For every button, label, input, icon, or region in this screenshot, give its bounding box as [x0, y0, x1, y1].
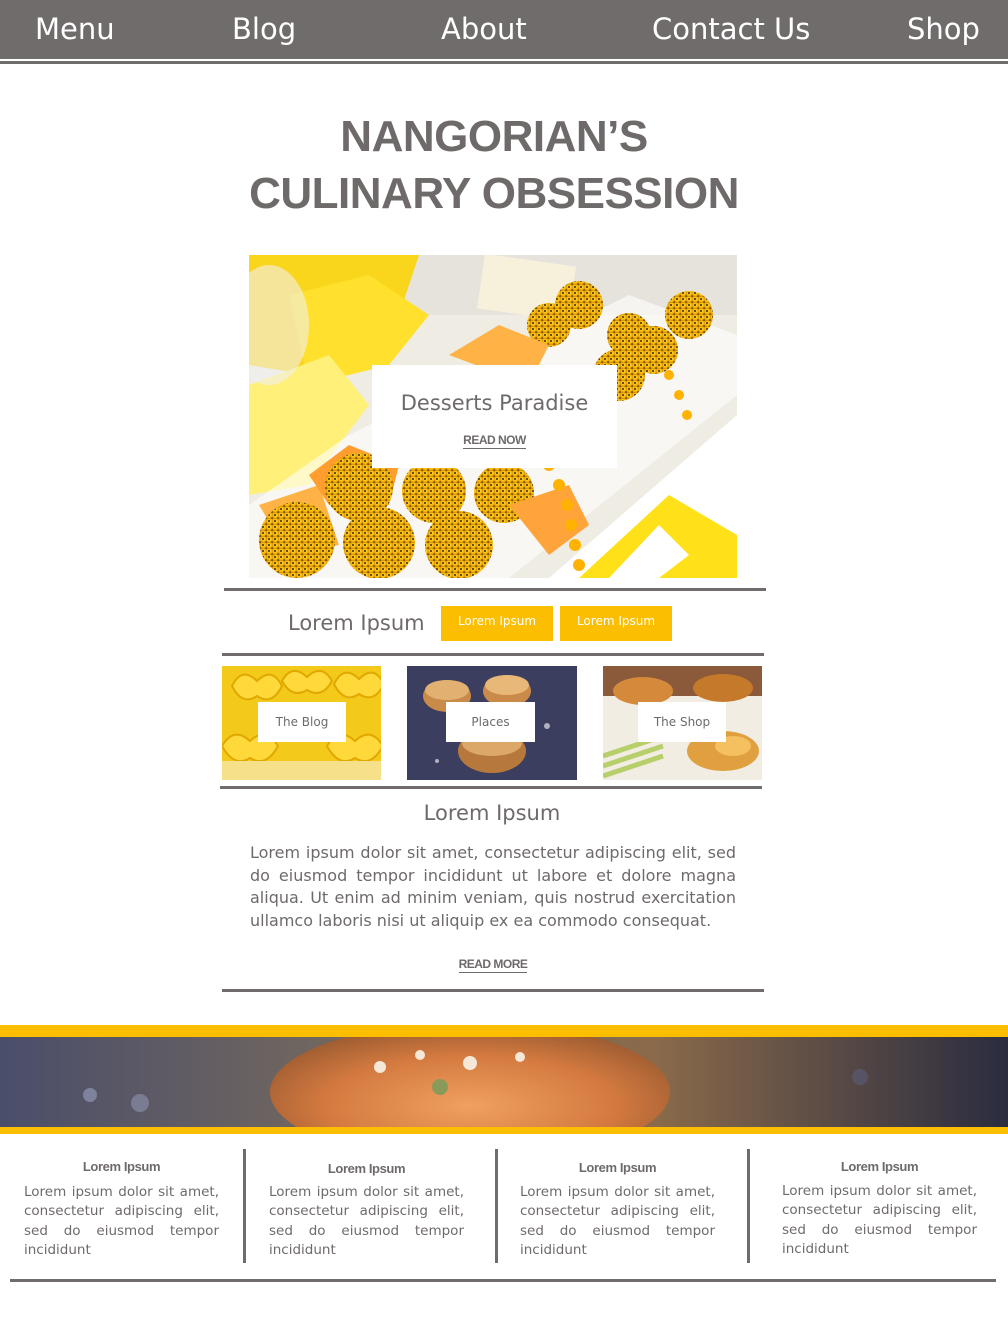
footer-column-2-title: Lorem Ipsum	[327, 1161, 406, 1176]
footer-column-1-body: Lorem ipsum dolor sit amet, consectetur …	[24, 1184, 219, 1258]
banner-image-pastry	[0, 1037, 1008, 1127]
nav-item-about[interactable]: About	[441, 9, 527, 49]
section-divider-1	[224, 588, 766, 591]
footer-column-4: Lorem Ipsum Lorem ipsum dolor sit amet, …	[782, 1159, 977, 1259]
hero-card-title: Desserts Paradise	[400, 391, 589, 415]
thumb-the-blog[interactable]: The Blog	[222, 666, 381, 780]
footer-bottom-divider	[10, 1279, 996, 1282]
category-label: Lorem Ipsum	[288, 611, 425, 635]
banner-top-stripe	[0, 1025, 1008, 1037]
category-button-1[interactable]: Lorem Ipsum	[441, 606, 553, 641]
footer-column-2-body: Lorem ipsum dolor sit amet, consectetur …	[269, 1184, 464, 1258]
category-button-2[interactable]: Lorem Ipsum	[560, 606, 672, 641]
footer-column-1-title: Lorem Ipsum	[82, 1159, 161, 1174]
footer-column-3-body: Lorem ipsum dolor sit amet, consectetur …	[520, 1184, 715, 1258]
read-now-link-text[interactable]: READ NOW	[463, 433, 526, 449]
section-divider-4	[222, 989, 764, 992]
article-body: Lorem ipsum dolor sit amet, consectetur …	[250, 843, 736, 930]
thumb-places[interactable]: Places	[407, 666, 577, 780]
footer-column-4-title: Lorem Ipsum	[840, 1159, 919, 1174]
footer-column-3-title: Lorem Ipsum	[578, 1160, 657, 1175]
read-now-link[interactable]: READ NOW	[372, 433, 617, 449]
page-title: NANGORIAN’S CULINARY OBSESSION	[0, 108, 988, 222]
footer-separator-2	[495, 1149, 498, 1263]
hero-card: Desserts Paradise READ NOW	[372, 365, 617, 468]
section-divider-2	[222, 653, 764, 656]
read-more-link-text[interactable]: READ MORE	[458, 957, 528, 973]
footer-separator-1	[243, 1149, 246, 1263]
footer-column-1: Lorem Ipsum Lorem ipsum dolor sit amet, …	[24, 1159, 219, 1260]
nav-item-menu[interactable]: Menu	[35, 9, 115, 49]
read-more-link[interactable]: READ MORE	[220, 957, 766, 973]
section-divider-3	[220, 786, 762, 789]
page-title-line1: NANGORIAN’S	[340, 112, 648, 161]
nav-item-blog[interactable]: Blog	[232, 9, 296, 49]
banner-bottom-stripe	[0, 1127, 1008, 1134]
thumb-label-places[interactable]: Places	[446, 702, 535, 742]
footer-column-3: Lorem Ipsum Lorem ipsum dolor sit amet, …	[520, 1160, 715, 1260]
page-title-line2: CULINARY OBSESSION	[249, 169, 739, 218]
article-title: Lorem Ipsum	[423, 801, 561, 825]
nav-item-shop[interactable]: Shop	[907, 9, 980, 49]
nav-item-contact[interactable]: Contact Us	[652, 9, 810, 49]
footer-separator-3	[747, 1149, 750, 1263]
thumb-the-shop[interactable]: The Shop	[603, 666, 762, 780]
thumb-label-the-shop[interactable]: The Shop	[638, 702, 726, 742]
nav-divider	[0, 61, 1008, 64]
footer-column-4-body: Lorem ipsum dolor sit amet, consectetur …	[782, 1183, 977, 1257]
thumb-label-the-blog[interactable]: The Blog	[258, 702, 346, 742]
footer-column-2: Lorem Ipsum Lorem ipsum dolor sit amet, …	[269, 1161, 464, 1260]
